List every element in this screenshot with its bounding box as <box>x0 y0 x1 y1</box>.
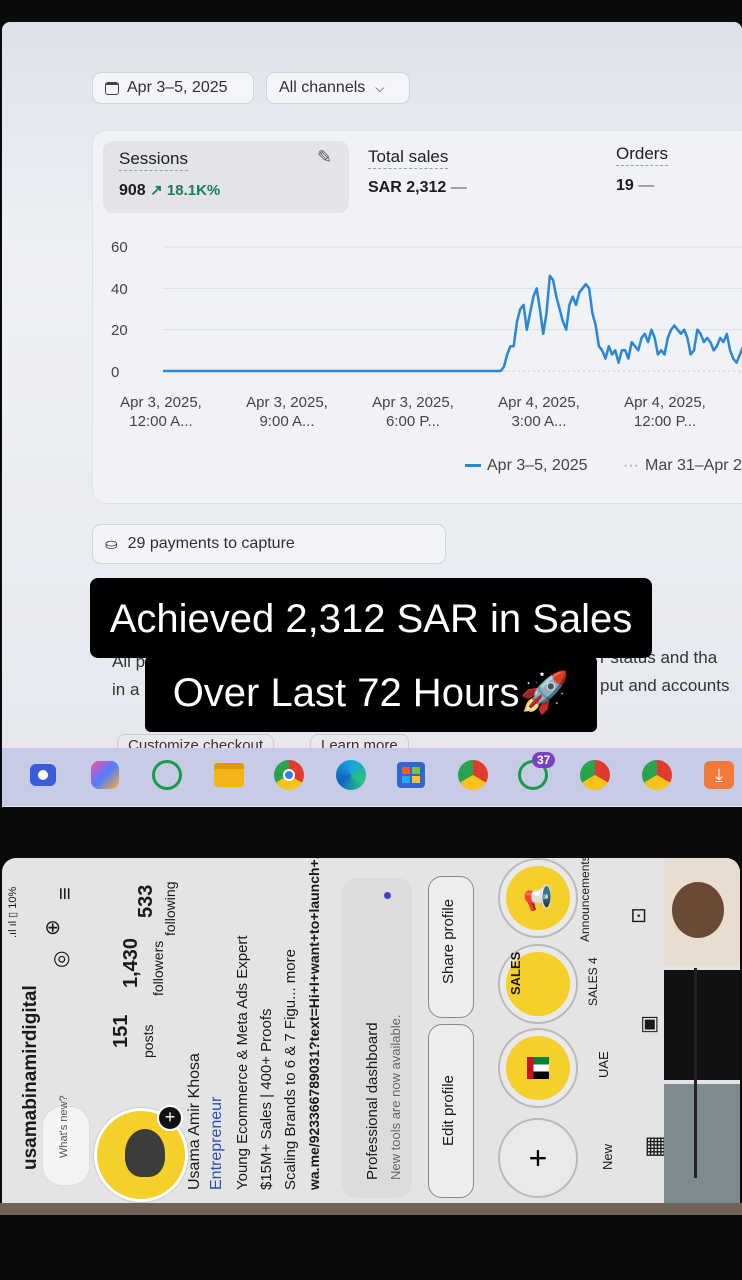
metric-label-sessions: Sessions <box>119 149 188 171</box>
chrome-icon[interactable] <box>272 758 306 792</box>
share-profile-label: Share profile <box>440 898 457 984</box>
sessions-line-chart <box>163 246 742 373</box>
post-thumbnail[interactable] <box>664 1084 740 1203</box>
y-tick: 40 <box>111 281 128 298</box>
channel-label: All channels <box>279 79 366 96</box>
date-range-label: Apr 3–5, 2025 <box>127 79 228 96</box>
profile-category: Entrepreneur <box>208 1096 225 1190</box>
legend-current: Apr 3–5, 2025 <box>465 457 588 475</box>
x-tick-label: Apr 3, 2025, 12:00 A... <box>120 394 202 430</box>
y-tick: 60 <box>111 239 128 256</box>
chevron-down-icon: ⌵ <box>375 80 385 95</box>
x-tick-label: Apr 3, 2025, 9:00 A... <box>246 394 328 430</box>
bio-link[interactable]: wa.me/923366789031?text=Hi+I+want+to+lau… <box>306 858 322 1190</box>
dashboard-subtitle: New tools are now available. <box>388 1014 403 1180</box>
channel-filter[interactable]: All channels ⌵ <box>266 72 410 104</box>
whatsapp-web-icon[interactable]: 37 <box>516 752 556 792</box>
highlight-sales[interactable]: SALES <box>498 944 578 1024</box>
x-tick-label: Apr 4, 2025, 3:00 A... <box>498 394 580 430</box>
highlight-uae[interactable] <box>498 1028 578 1108</box>
bio-line: $15M+ Sales | 400+ Proofs <box>258 1008 275 1190</box>
uae-flag-icon <box>527 1057 549 1079</box>
note-text[interactable]: What's new? <box>58 1095 70 1158</box>
x-tick-label: Apr 4, 2025, 12:00 P... <box>624 394 706 430</box>
menu-icon[interactable]: ≡ <box>52 887 78 900</box>
followers-label: followers <box>150 940 166 996</box>
posts-count[interactable]: 151 <box>110 1015 133 1048</box>
followers-count[interactable]: 1,430 <box>120 938 143 988</box>
highlight-label: Announcements <box>578 858 592 942</box>
metric-label-orders[interactable]: Orders <box>616 144 668 166</box>
profile-username[interactable]: usamabinamirdigital <box>20 985 42 1170</box>
plus-icon: + <box>528 1139 548 1176</box>
phone-screen: .ıl ıl ▯ 10% usamabinamirdigital ◎ ⊕ ≡ W… <box>2 858 740 1203</box>
metrics-card: Sessions ✎ 908 ↗ 18.1K% Total sales SAR … <box>92 130 742 504</box>
bio-line: Young Ecommerce & Meta Ads Expert <box>234 935 251 1190</box>
threads-icon[interactable]: ◎ <box>48 951 73 968</box>
phone-bezel <box>0 1203 742 1215</box>
highlight-label: SALES 4 <box>586 957 600 1006</box>
pencil-icon[interactable]: ✎ <box>317 147 332 168</box>
download-icon[interactable]: ⤓ <box>702 758 736 792</box>
post-thumbnail[interactable] <box>664 970 740 1080</box>
highlight-label: New <box>600 1143 615 1170</box>
partial-text: put and accounts <box>600 676 730 695</box>
following-count[interactable]: 533 <box>135 885 158 918</box>
copilot-icon[interactable] <box>88 758 122 792</box>
bio-line[interactable]: Scaling Brands to 6 & 7 Figu... more <box>282 949 299 1190</box>
tagged-icon[interactable]: ⊡ <box>626 907 651 924</box>
notification-dot <box>384 892 391 899</box>
dashboard-title: Professional dashboard <box>364 1022 381 1180</box>
chrome-icon-3[interactable] <box>640 758 674 792</box>
chrome-icon-2[interactable] <box>578 758 612 792</box>
highlight-label: UAE <box>596 1051 611 1078</box>
metric-label-total-sales[interactable]: Total sales <box>368 147 449 169</box>
metric-value-total-sales: SAR 2,312 — <box>368 179 467 196</box>
metric-value-sessions: 908 ↗ 18.1K% <box>119 182 221 199</box>
whatsapp-icon[interactable] <box>150 758 184 792</box>
caption-line-2: Over Last 72 Hours🚀 <box>145 656 597 732</box>
file-explorer-icon[interactable] <box>212 758 246 792</box>
add-post-icon[interactable]: ⊕ <box>40 919 65 936</box>
highlight-new[interactable]: + <box>498 1118 578 1198</box>
payments-icon: ⛀ <box>105 536 118 553</box>
chrome-profile-icon[interactable] <box>456 758 490 792</box>
status-bar: .ıl ıl ▯ 10% <box>7 886 19 938</box>
scroll-indicator[interactable] <box>694 968 697 1178</box>
x-tick-label: Apr 3, 2025, 6:00 P... <box>372 394 454 430</box>
sessions-delta: ↗ 18.1K% <box>150 182 221 199</box>
store-icon[interactable] <box>394 758 428 792</box>
series-line-current <box>163 274 742 373</box>
notification-badge: 37 <box>532 752 556 768</box>
legend-previous: ··· Mar 31–Apr 2 <box>623 457 742 474</box>
edit-profile-label: Edit profile <box>440 1075 457 1146</box>
posts-label: posts <box>140 1024 156 1058</box>
following-label: following <box>162 881 178 936</box>
megaphone-icon: 📢 <box>523 884 553 912</box>
partial-text: in a <box>112 680 140 699</box>
payments-to-capture[interactable]: ⛀ 29 payments to capture <box>92 524 446 564</box>
profile-name: Usama Amir Khosa <box>186 1053 203 1190</box>
date-range-picker[interactable]: Apr 3–5, 2025 <box>92 72 254 104</box>
highlight-badge: SALES <box>508 951 524 995</box>
y-tick: 20 <box>111 322 128 339</box>
reels-icon[interactable]: ▣ <box>636 1015 661 1034</box>
y-tick: 0 <box>111 364 120 381</box>
add-story-icon[interactable]: + <box>157 1105 183 1131</box>
highlight-announcements[interactable]: 📢 <box>498 858 578 938</box>
payments-label: 29 payments to capture <box>127 535 295 552</box>
calendar-icon <box>105 81 119 95</box>
caption-line-1: Achieved 2,312 SAR in Sales <box>90 578 652 658</box>
edge-icon[interactable] <box>334 758 368 792</box>
metric-value-orders: 19 — <box>616 177 655 194</box>
post-thumbnail[interactable] <box>664 858 740 966</box>
meet-icon[interactable] <box>26 758 60 792</box>
